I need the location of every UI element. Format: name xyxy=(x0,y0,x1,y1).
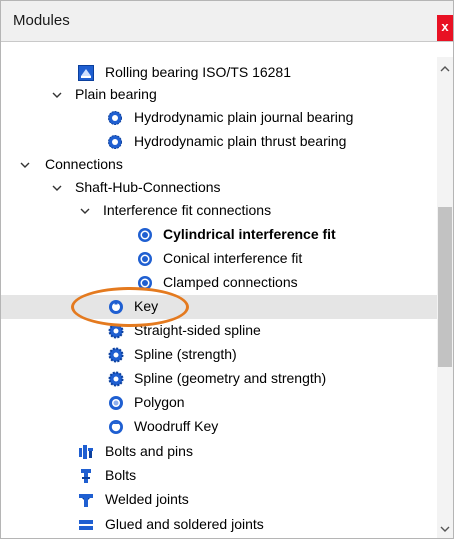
tree-item-label: Rolling bearing ISO/TS 16281 xyxy=(105,64,291,80)
tree-item-interference-fit-connections[interactable]: Interference fit connections xyxy=(1,199,437,223)
tree-item-label: Straight-sided spline xyxy=(134,322,261,338)
plain-bearing-icon xyxy=(107,134,123,150)
spline-icon xyxy=(108,323,124,339)
module-tree: Rolling bearing ISO/TS 16281 Plain beari… xyxy=(1,42,437,538)
bolt-icon xyxy=(78,468,94,484)
chevron-down-icon[interactable] xyxy=(78,204,92,218)
scroll-down-icon[interactable] xyxy=(437,521,453,537)
rolling-bearing-icon xyxy=(78,65,94,81)
tree-item-bolts-and-pins[interactable]: Bolts and pins xyxy=(1,440,437,464)
tree-item-label: Hydrodynamic plain thrust bearing xyxy=(134,133,347,149)
tree-item-straight-sided-spline[interactable]: Straight-sided spline xyxy=(1,319,437,343)
tree-item-label: Interference fit connections xyxy=(103,202,272,218)
tree-item-label: Bolts xyxy=(105,467,137,483)
scroll-up-icon[interactable] xyxy=(437,61,453,77)
modules-panel: Modules x Rolling bearing ISO/TS 16281 P… xyxy=(0,0,454,539)
tree-item-spline-geometry-strength[interactable]: Spline (geometry and strength) xyxy=(1,367,437,391)
interference-fit-icon xyxy=(137,275,153,291)
tree-item-label: Conical interference fit xyxy=(163,250,303,266)
spline-icon xyxy=(108,347,124,363)
tree-item-bolts[interactable]: Bolts xyxy=(1,464,437,488)
panel-titlebar: Modules x xyxy=(1,1,453,42)
chevron-down-icon[interactable] xyxy=(18,158,32,172)
tree-item-label: Spline (strength) xyxy=(134,346,237,362)
tree-item-connections[interactable]: Connections xyxy=(1,153,437,177)
tree-item-label: Bolts and pins xyxy=(105,443,193,459)
tree-item-label: Cylindrical interference fit xyxy=(163,226,336,242)
tree-item-label: Spline (geometry and strength) xyxy=(134,370,327,386)
tree-item-plain-journal-bearing[interactable]: Hydrodynamic plain journal bearing xyxy=(1,106,437,130)
tree-item-label: Plain bearing xyxy=(75,86,157,102)
tree-item-spline-strength[interactable]: Spline (strength) xyxy=(1,343,437,367)
tree-item-plain-thrust-bearing[interactable]: Hydrodynamic plain thrust bearing xyxy=(1,130,437,154)
welded-joint-icon xyxy=(78,492,94,508)
polygon-icon xyxy=(108,395,124,411)
tree-item-clamped-connections[interactable]: Clamped connections xyxy=(1,271,437,295)
tree-item-woodruff-key[interactable]: Woodruff Key xyxy=(1,415,437,439)
interference-fit-icon xyxy=(137,251,153,267)
tree-item-key[interactable]: Key xyxy=(1,295,437,319)
tree-item-label: Woodruff Key xyxy=(134,418,219,434)
tree-item-rolling-bearing[interactable]: Rolling bearing ISO/TS 16281 xyxy=(1,61,437,85)
scrollbar-thumb[interactable] xyxy=(438,207,452,367)
tree-item-polygon[interactable]: Polygon xyxy=(1,391,437,415)
tree-item-label: Glued and soldered joints xyxy=(105,516,264,532)
tree-item-label: Clamped connections xyxy=(163,274,298,290)
bolts-pins-icon xyxy=(78,444,94,460)
chevron-down-icon[interactable] xyxy=(50,181,64,195)
chevron-down-icon[interactable] xyxy=(50,88,64,102)
tree-item-welded-joints[interactable]: Welded joints xyxy=(1,488,437,512)
tree-item-shaft-hub-connections[interactable]: Shaft-Hub-Connections xyxy=(1,176,437,200)
close-button[interactable]: x xyxy=(437,15,453,41)
panel-title: Modules xyxy=(13,12,70,29)
tree-item-glued-soldered-joints[interactable]: Glued and soldered joints xyxy=(1,513,437,537)
woodruff-key-icon xyxy=(108,419,124,435)
glued-joint-icon xyxy=(78,517,94,533)
tree-item-plain-bearing[interactable]: Plain bearing xyxy=(1,83,437,107)
interference-fit-icon xyxy=(137,227,153,243)
vertical-scrollbar[interactable] xyxy=(437,57,453,538)
key-icon xyxy=(108,299,124,315)
tree-item-conical-interference-fit[interactable]: Conical interference fit xyxy=(1,247,437,271)
spline-icon xyxy=(108,371,124,387)
tree-item-label: Hydrodynamic plain journal bearing xyxy=(134,109,354,125)
tree-item-label: Shaft-Hub-Connections xyxy=(75,179,221,195)
tree-item-label: Key xyxy=(134,298,159,314)
tree-item-cylindrical-interference-fit[interactable]: Cylindrical interference fit xyxy=(1,223,437,247)
tree-item-label: Connections xyxy=(45,156,123,172)
tree-item-label: Polygon xyxy=(134,394,185,410)
plain-bearing-icon xyxy=(107,110,123,126)
tree-item-label: Welded joints xyxy=(105,491,189,507)
